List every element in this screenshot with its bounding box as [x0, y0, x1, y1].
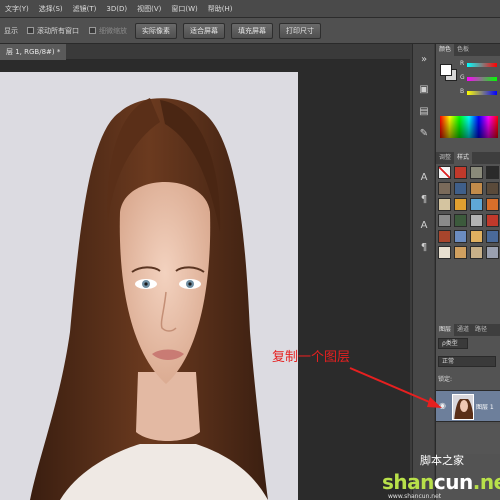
styles-panel-tabs: 调整 样式 [436, 152, 500, 164]
tab-color[interactable]: 颜色 [436, 44, 455, 56]
style-swatch[interactable] [438, 246, 451, 259]
layers-panel-tabs: 图层 通道 路径 [436, 324, 500, 336]
show-label: 显示 [4, 26, 18, 35]
history-icon[interactable]: ▣ [418, 84, 430, 96]
blend-mode-select[interactable]: 正常 [438, 356, 496, 367]
style-swatch[interactable] [470, 182, 483, 195]
lock-label: 锁定: [438, 376, 453, 383]
checkbox-box[interactable] [89, 27, 96, 34]
paragraph-icon[interactable]: ¶ [418, 194, 430, 206]
scrubby-zoom-label: 细微缩放 [99, 26, 127, 35]
style-swatch[interactable] [454, 246, 467, 259]
options-bar: 显示 滚动所有窗口 细微缩放 实际像素 适合屏幕 填充屏幕 打印尺寸 [0, 18, 500, 44]
slider-b[interactable]: B [460, 88, 498, 98]
brush-preset-icon[interactable]: ✎ [418, 128, 430, 140]
style-swatch[interactable] [486, 198, 499, 211]
scrubby-zoom-checkbox[interactable]: 细微缩放 [84, 26, 132, 36]
menu-help[interactable]: 帮助(H) [203, 4, 238, 14]
style-swatch[interactable] [438, 230, 451, 243]
style-swatch[interactable] [454, 166, 467, 179]
style-none-swatch[interactable] [438, 166, 451, 179]
menu-window[interactable]: 窗口(W) [166, 4, 202, 14]
style-swatch[interactable] [486, 166, 499, 179]
character-icon[interactable]: A [418, 172, 430, 184]
eye-icon[interactable]: ◉ [439, 401, 446, 410]
foreground-color-swatch[interactable] [440, 64, 452, 76]
slider-g-track[interactable] [467, 77, 497, 81]
menu-select[interactable]: 选择(S) [34, 4, 68, 14]
menu-view[interactable]: 视图(V) [132, 4, 166, 14]
menu-filter[interactable]: 滤镜(T) [68, 4, 102, 14]
slider-r-label: R [460, 60, 465, 67]
menu-bar: 文字(Y) 选择(S) 滤镜(T) 3D(D) 视图(V) 窗口(W) 帮助(H… [0, 0, 500, 18]
collapse-icon[interactable]: » [418, 54, 430, 66]
styles-grid [438, 166, 500, 259]
slider-r[interactable]: R [460, 60, 498, 70]
actions-icon[interactable]: ▤ [418, 106, 430, 118]
tab-styles[interactable]: 样式 [454, 152, 473, 164]
style-swatch[interactable] [486, 246, 499, 259]
checkbox-box[interactable] [27, 27, 34, 34]
style-swatch[interactable] [470, 166, 483, 179]
tab-paths[interactable]: 路径 [472, 324, 490, 336]
canvas-area[interactable] [0, 60, 410, 500]
layer-row[interactable]: ◉ 图层 1 [436, 390, 500, 422]
watermark-brand-right: cun [433, 470, 473, 494]
print-size-button[interactable]: 打印尺寸 [279, 22, 321, 39]
tab-swatches[interactable]: 色板 [454, 44, 472, 56]
style-swatch[interactable] [470, 214, 483, 227]
panel-tool-strip: » ▣ ▤ ✎ A ¶ A ¶ [412, 44, 434, 500]
color-spectrum-bar[interactable] [440, 116, 498, 138]
tab-adjustments[interactable]: 调整 [436, 152, 454, 164]
layer-thumbnail-image [453, 395, 473, 419]
annotation-label: 复制一个图层 [272, 350, 351, 365]
style-swatch[interactable] [470, 230, 483, 243]
scroll-all-windows-label: 滚动所有窗口 [37, 26, 79, 35]
document-tab-bar: 层 1, RGB/8#) * [0, 44, 410, 60]
menu-3d[interactable]: 3D(D) [101, 5, 132, 13]
document-tab[interactable]: 层 1, RGB/8#) * [0, 44, 67, 60]
slider-b-label: B [460, 88, 465, 95]
style-swatch[interactable] [438, 182, 451, 195]
slider-r-track[interactable] [467, 63, 497, 67]
fill-screen-button[interactable]: 填充屏幕 [231, 22, 273, 39]
watermark-logo: 脚本之家 shancun.net www.shancun.net [368, 444, 500, 500]
scroll-all-windows-checkbox[interactable]: 滚动所有窗口 [22, 26, 84, 36]
style-swatch[interactable] [486, 182, 499, 195]
style-swatch[interactable] [438, 198, 451, 211]
slider-g-label: G [460, 74, 465, 81]
style-swatch[interactable] [454, 230, 467, 243]
watermark-script-text: 脚本之家 [420, 454, 464, 467]
watermark-brand: shancun.net [382, 470, 500, 494]
style-swatch[interactable] [470, 246, 483, 259]
tab-channels[interactable]: 通道 [454, 324, 472, 336]
style-swatch[interactable] [470, 198, 483, 211]
layer-name: 图层 1 [476, 404, 494, 411]
watermark-brand-suffix: .net [472, 470, 500, 494]
actual-pixels-button[interactable]: 实际像素 [135, 22, 177, 39]
slider-g[interactable]: G [460, 74, 498, 84]
fit-screen-button[interactable]: 适合屏幕 [183, 22, 225, 39]
portrait-image [0, 72, 298, 500]
style-swatch[interactable] [454, 198, 467, 211]
layer-kind-filter[interactable]: ρ类型 [438, 338, 468, 349]
menu-type[interactable]: 文字(Y) [0, 4, 34, 14]
style-swatch[interactable] [486, 230, 499, 243]
watermark-url: www.shancun.net [388, 493, 442, 500]
watermark-brand-left: shan [382, 470, 434, 494]
style-swatch[interactable] [454, 214, 467, 227]
text-tool-icon[interactable]: A [418, 220, 430, 232]
right-panels: 颜色 色板 R G B 调整 样式 图层 通道 路径 ρ类型 正常 锁定: ◉ … [435, 44, 500, 500]
layer-thumbnail [452, 394, 474, 420]
paragraph-style-icon[interactable]: ¶ [418, 242, 430, 254]
color-panel-tabs: 颜色 色板 [436, 44, 500, 56]
slider-b-track[interactable] [467, 91, 497, 95]
style-swatch[interactable] [486, 214, 499, 227]
style-swatch[interactable] [438, 214, 451, 227]
style-swatch[interactable] [454, 182, 467, 195]
portrait-photo [0, 72, 298, 500]
tab-layers[interactable]: 图层 [436, 324, 455, 336]
